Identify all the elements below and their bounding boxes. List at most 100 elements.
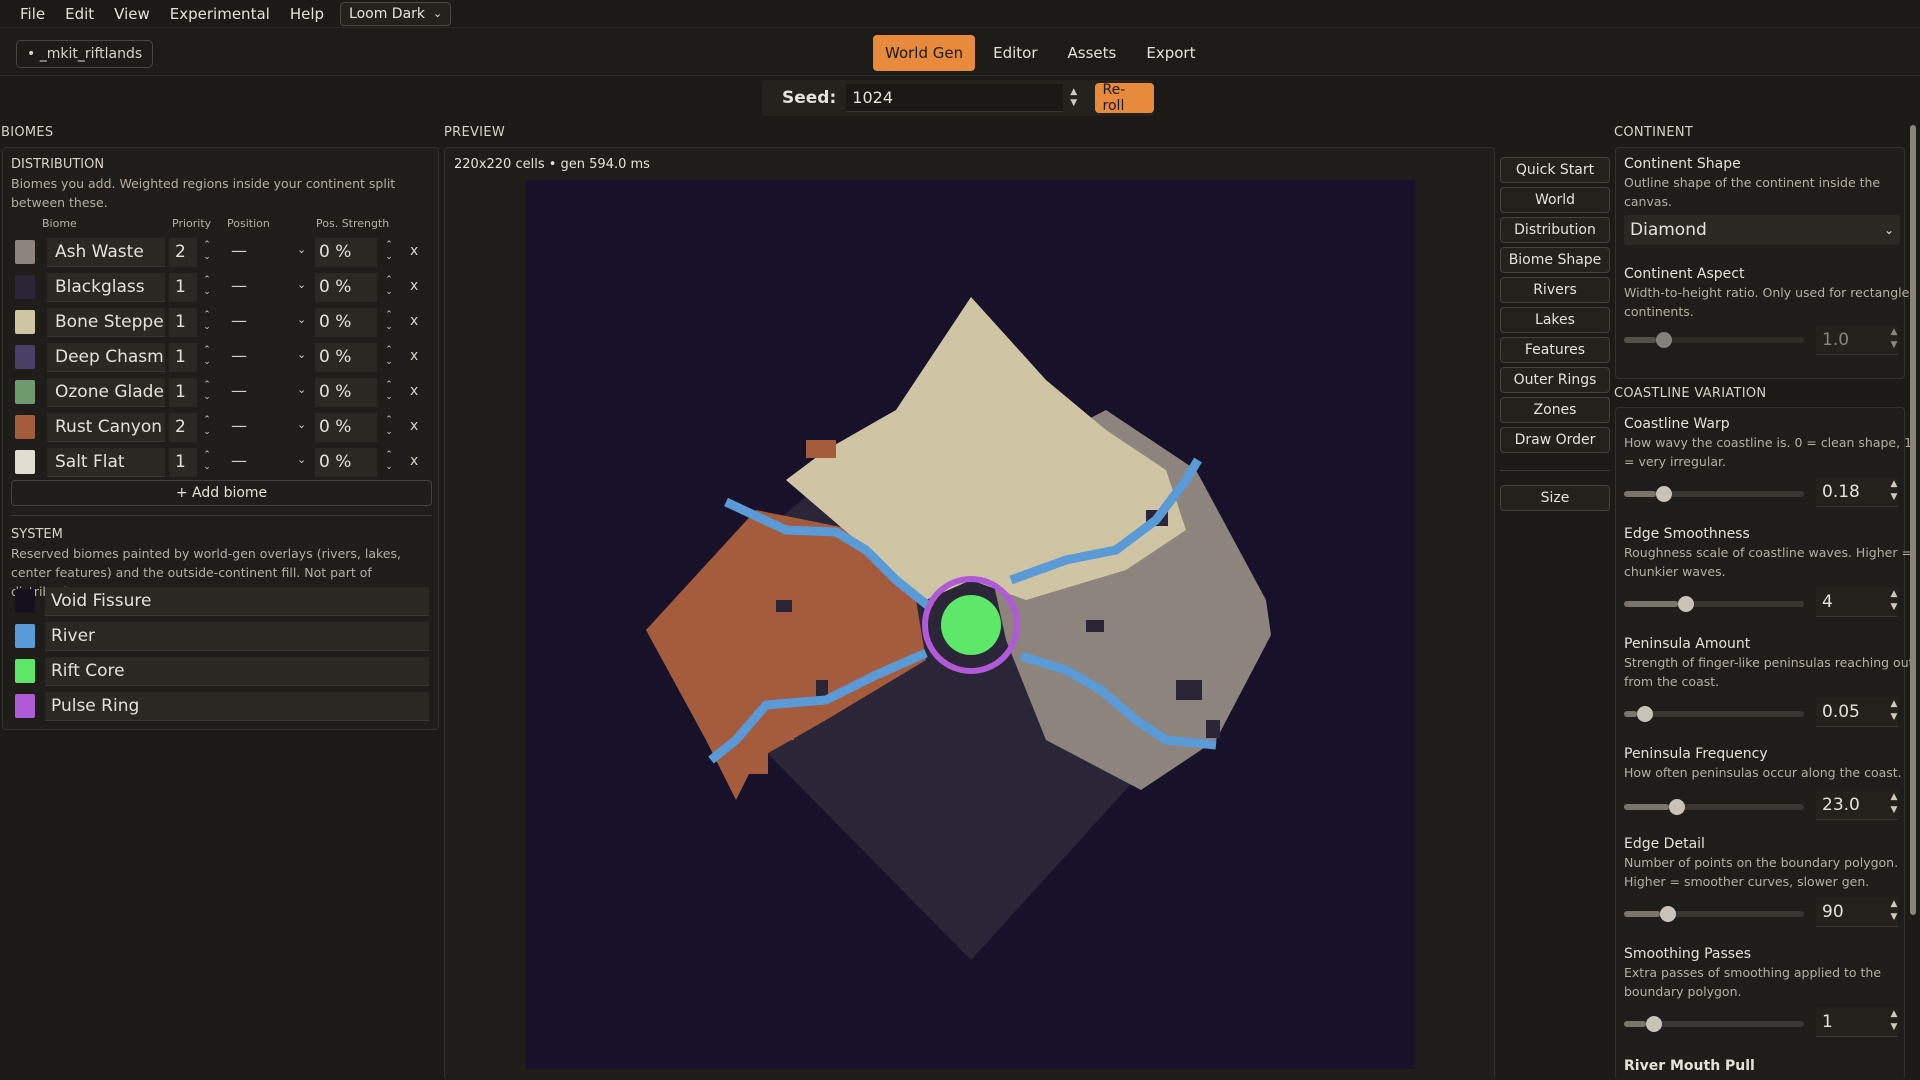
biome-color-swatch[interactable]: [15, 415, 35, 439]
biome-name-input[interactable]: Ash Waste: [47, 237, 165, 267]
biome-color-swatch[interactable]: [15, 240, 35, 264]
peninsula-frequency-value[interactable]: 23.0: [1816, 790, 1898, 820]
biome-name-input[interactable]: Ozone Glade: [47, 377, 165, 407]
edge-detail-stepper[interactable]: ▲ ▼: [1888, 898, 1900, 924]
nav-rivers-button[interactable]: Rivers: [1500, 277, 1610, 303]
tab-editor[interactable]: Editor: [981, 35, 1049, 71]
position-select[interactable]: —: [231, 381, 247, 400]
priority-stepper[interactable]: ⌃ ⌄: [201, 309, 213, 333]
priority-stepper[interactable]: ⌃ ⌄: [201, 274, 213, 298]
peninsula-amount-value[interactable]: 0.05: [1816, 697, 1898, 727]
smoothing-passes-value[interactable]: 1: [1816, 1007, 1898, 1037]
biome-name-input[interactable]: Salt Flat: [47, 447, 165, 477]
priority-stepper[interactable]: ⌃ ⌄: [201, 379, 213, 403]
biome-name-input[interactable]: Deep Chasm: [47, 342, 165, 372]
slider-knob[interactable]: [1636, 706, 1653, 722]
slider-knob[interactable]: [1660, 906, 1676, 922]
biome-color-swatch[interactable]: [15, 345, 35, 369]
slider-knob[interactable]: [1645, 1016, 1662, 1032]
priority-input[interactable]: 1: [169, 377, 197, 407]
chevron-down-icon[interactable]: ⌄: [297, 383, 306, 396]
add-biome-button[interactable]: + Add biome: [11, 480, 432, 506]
coastline-warp-value[interactable]: 0.18: [1816, 477, 1898, 507]
position-select[interactable]: —: [231, 276, 247, 295]
chevron-down-icon[interactable]: ▼: [1070, 98, 1077, 109]
nav-lakes-button[interactable]: Lakes: [1500, 307, 1610, 333]
menu-help[interactable]: Help: [280, 5, 334, 23]
strength-stepper[interactable]: ⌃ ⌄: [383, 274, 395, 298]
edge-detail-slider[interactable]: [1624, 906, 1804, 922]
slider-knob[interactable]: [1669, 799, 1685, 815]
strength-input[interactable]: 0 %: [315, 272, 377, 302]
reroll-button[interactable]: Re-roll: [1094, 82, 1154, 114]
slider-knob[interactable]: [1678, 596, 1694, 612]
nav-zones-button[interactable]: Zones: [1500, 397, 1610, 423]
chevron-down-icon[interactable]: ⌄: [297, 278, 306, 291]
theme-dropdown[interactable]: Loom Dark ⌄: [340, 1, 452, 26]
priority-stepper[interactable]: ⌃ ⌄: [201, 344, 213, 368]
scrollbar[interactable]: [1910, 125, 1916, 915]
strength-input[interactable]: 0 %: [315, 412, 377, 442]
priority-input[interactable]: 1: [169, 272, 197, 302]
remove-biome-button[interactable]: x: [410, 383, 418, 399]
menu-view[interactable]: View: [104, 5, 160, 23]
continent-shape-select[interactable]: Diamond ⌄: [1624, 215, 1900, 245]
priority-input[interactable]: 1: [169, 307, 197, 337]
position-select[interactable]: —: [231, 311, 247, 330]
menu-file[interactable]: File: [10, 5, 55, 23]
chevron-down-icon[interactable]: ⌄: [297, 243, 306, 256]
menu-experimental[interactable]: Experimental: [160, 5, 280, 23]
aspect-stepper[interactable]: ▲ ▼: [1888, 326, 1900, 352]
nav-distribution-button[interactable]: Distribution: [1500, 217, 1610, 243]
strength-stepper[interactable]: ⌃ ⌄: [383, 449, 395, 473]
peninsula-frequency-stepper[interactable]: ▲ ▼: [1888, 791, 1900, 817]
remove-biome-button[interactable]: x: [410, 313, 418, 329]
peninsula-amount-slider[interactable]: [1624, 706, 1804, 722]
map-canvas[interactable]: [526, 180, 1415, 1069]
menu-edit[interactable]: Edit: [55, 5, 104, 23]
strength-stepper[interactable]: ⌃ ⌄: [383, 379, 395, 403]
project-button[interactable]: • _mkit_riftlands: [16, 40, 154, 68]
priority-input[interactable]: 1: [169, 342, 197, 372]
nav-quick-start-button[interactable]: Quick Start: [1500, 157, 1610, 183]
biome-color-swatch[interactable]: [15, 380, 35, 404]
remove-biome-button[interactable]: x: [410, 418, 418, 434]
position-select[interactable]: —: [231, 241, 247, 260]
remove-biome-button[interactable]: x: [410, 453, 418, 469]
peninsula-frequency-slider[interactable]: [1624, 799, 1804, 815]
edge-detail-value[interactable]: 90: [1816, 897, 1898, 927]
smoothing-passes-slider[interactable]: [1624, 1016, 1804, 1032]
strength-stepper[interactable]: ⌃ ⌄: [383, 239, 395, 263]
biome-color-swatch[interactable]: [15, 310, 35, 334]
edge-smoothness-stepper[interactable]: ▲ ▼: [1888, 588, 1900, 614]
biome-color-swatch[interactable]: [15, 450, 35, 474]
strength-stepper[interactable]: ⌃ ⌄: [383, 414, 395, 438]
edge-smoothness-slider[interactable]: [1624, 596, 1804, 612]
priority-stepper[interactable]: ⌃ ⌄: [201, 414, 213, 438]
peninsula-amount-stepper[interactable]: ▲ ▼: [1888, 698, 1900, 724]
biome-name-input[interactable]: Bone Steppe: [47, 307, 165, 337]
coastline-warp-stepper[interactable]: ▲ ▼: [1888, 478, 1900, 504]
priority-input[interactable]: 1: [169, 447, 197, 477]
priority-input[interactable]: 2: [169, 237, 197, 267]
strength-input[interactable]: 0 %: [315, 307, 377, 337]
nav-draw-order-button[interactable]: Draw Order: [1500, 427, 1610, 453]
position-select[interactable]: —: [231, 346, 247, 365]
continent-aspect-value[interactable]: 1.0: [1816, 325, 1898, 355]
seed-stepper[interactable]: ▲ ▼: [1067, 87, 1081, 109]
priority-input[interactable]: 2: [169, 412, 197, 442]
strength-input[interactable]: 0 %: [315, 447, 377, 477]
chevron-down-icon[interactable]: ⌄: [297, 453, 306, 466]
position-select[interactable]: —: [231, 416, 247, 435]
continent-aspect-slider[interactable]: [1624, 332, 1804, 348]
tab-assets[interactable]: Assets: [1056, 35, 1129, 71]
chevron-down-icon[interactable]: ⌄: [297, 348, 306, 361]
nav-world-button[interactable]: World: [1500, 187, 1610, 213]
strength-input[interactable]: 0 %: [315, 237, 377, 267]
priority-stepper[interactable]: ⌃ ⌄: [201, 239, 213, 263]
nav-size-button[interactable]: Size: [1500, 485, 1610, 511]
chevron-down-icon[interactable]: ⌄: [297, 313, 306, 326]
strength-input[interactable]: 0 %: [315, 377, 377, 407]
nav-features-button[interactable]: Features: [1500, 337, 1610, 363]
chevron-up-icon[interactable]: ▲: [1070, 87, 1077, 98]
